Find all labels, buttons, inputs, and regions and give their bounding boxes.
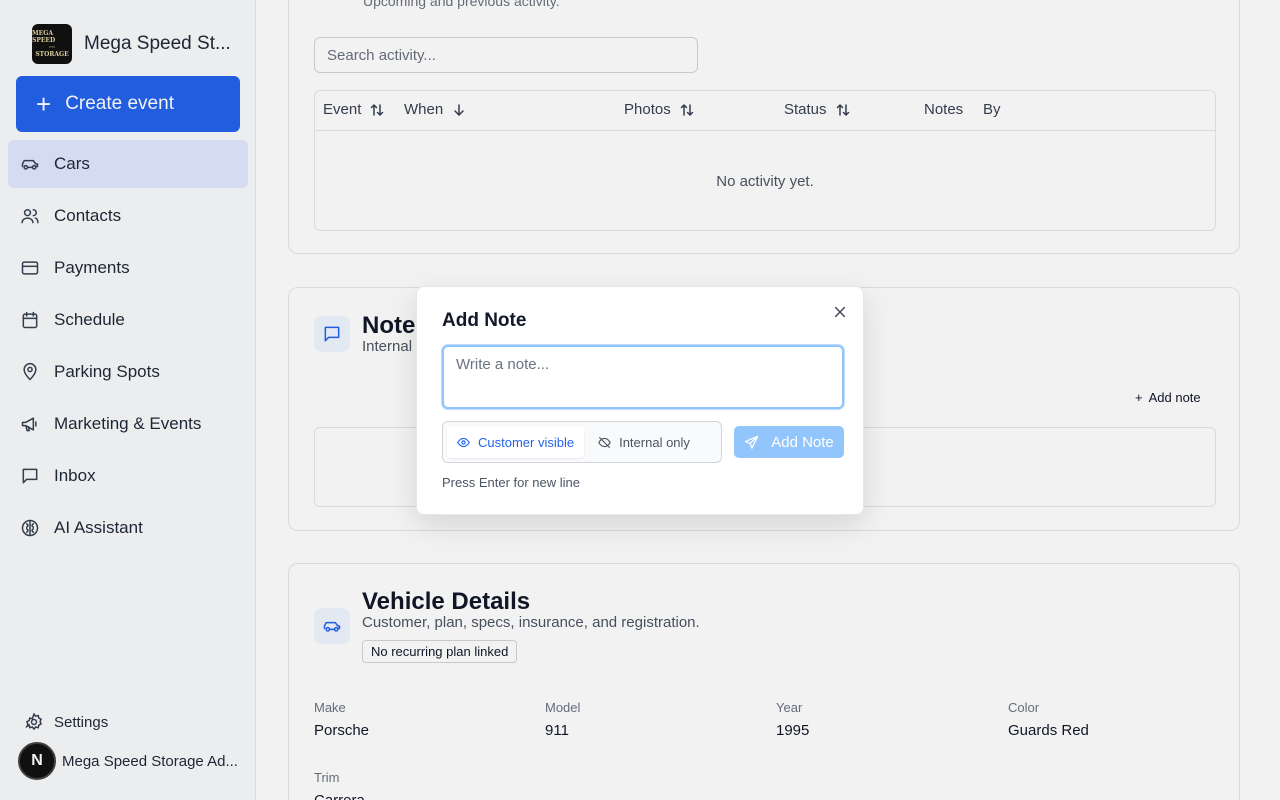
add-note-button[interactable]: Add Note [734,426,844,458]
add-note-dialog: Add Note Write a note... Customer visibl… [416,286,864,515]
internal-only-option[interactable]: Internal only [588,426,700,458]
eye-off-icon [598,436,611,448]
internal-only-label: Internal only [619,434,690,450]
close-icon[interactable] [831,303,849,321]
customer-visible-option[interactable]: Customer visible [447,426,585,458]
note-textarea[interactable]: Write a note... [442,345,844,409]
send-icon [744,435,759,449]
visibility-toggle: Customer visible Internal only [442,421,722,463]
eye-icon [457,437,470,447]
dialog-title: Add Note [442,310,527,331]
customer-visible-label: Customer visible [478,434,575,450]
keyboard-hint: Press Enter for new line [442,475,581,490]
add-note-button-label: Add Note [771,433,834,451]
